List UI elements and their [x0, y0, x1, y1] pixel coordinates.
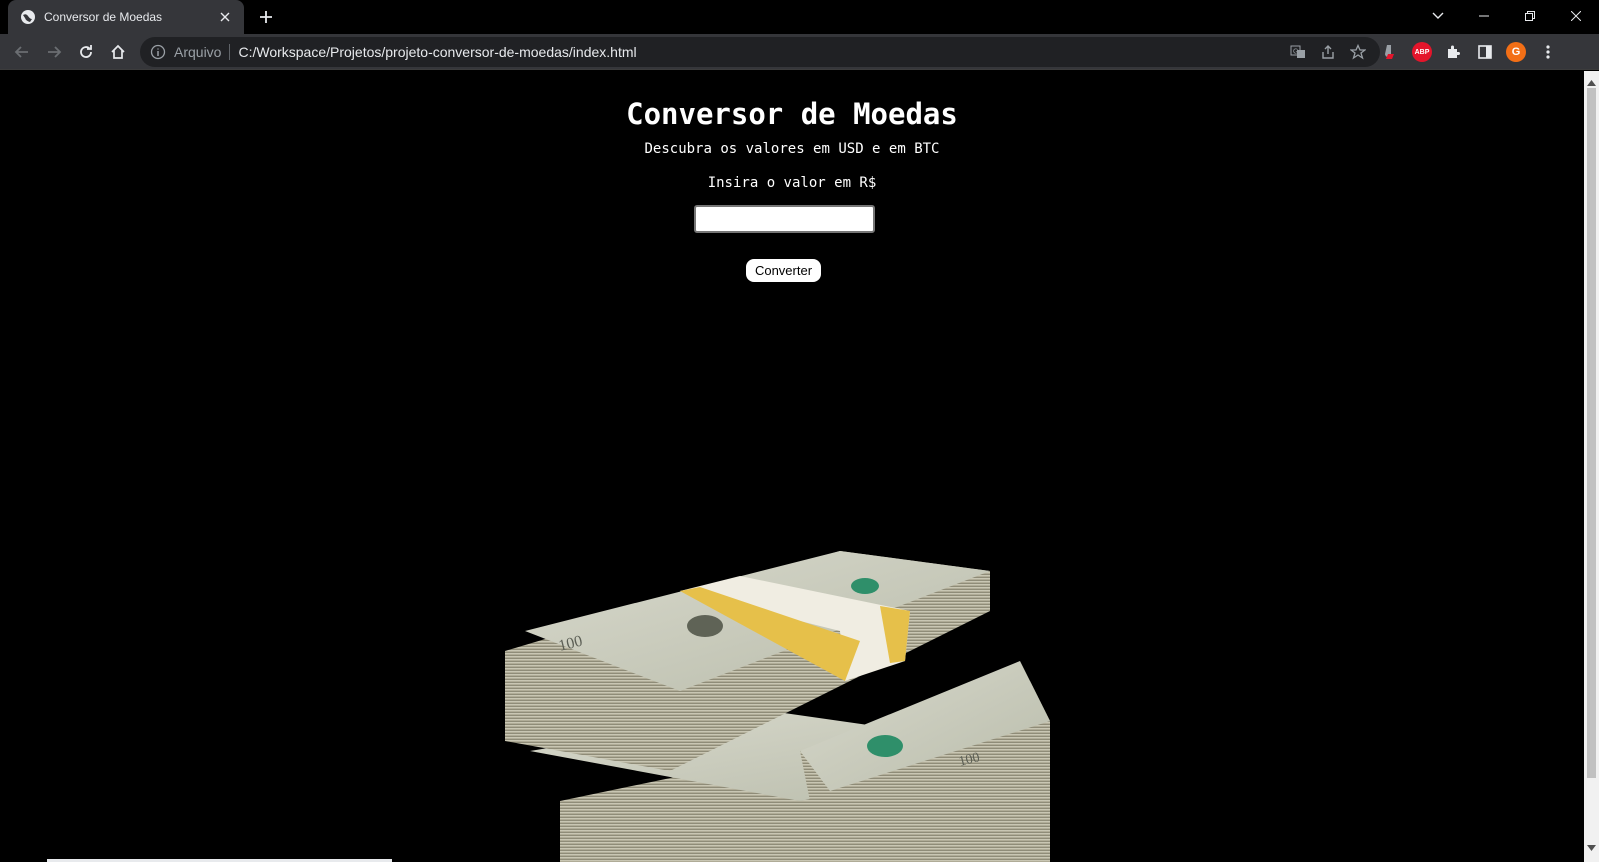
adblock-icon[interactable]: ABP: [1412, 42, 1432, 62]
browser-toolbar: Arquivo C:/Workspace/Projetos/projeto-co…: [0, 34, 1599, 70]
restore-icon[interactable]: [1507, 0, 1553, 32]
profile-avatar[interactable]: G: [1506, 42, 1526, 62]
url-text[interactable]: C:/Workspace/Projetos/projeto-conversor-…: [238, 44, 636, 60]
address-bar[interactable]: Arquivo C:/Workspace/Projetos/projeto-co…: [140, 37, 1380, 67]
input-label: Insira o valor em R$: [707, 175, 877, 191]
money-stacks-image: 100 100: [505, 551, 1050, 862]
info-icon[interactable]: [150, 44, 166, 60]
side-panel-icon[interactable]: [1475, 42, 1495, 62]
extensions-icon[interactable]: [1443, 42, 1463, 62]
minimize-icon[interactable]: [1461, 0, 1507, 32]
star-icon[interactable]: [1348, 42, 1368, 62]
home-icon[interactable]: [104, 38, 132, 66]
scroll-down-icon[interactable]: [1587, 838, 1596, 856]
browser-tab[interactable]: Conversor de Moedas: [8, 0, 244, 34]
page-subtitle: Descubra os valores em USD e em BTC: [644, 141, 940, 157]
convert-button[interactable]: Converter: [746, 259, 821, 282]
share-icon[interactable]: [1318, 42, 1338, 62]
tab-strip: Conversor de Moedas: [0, 0, 1599, 34]
globe-icon: [20, 9, 36, 25]
omnibox-separator: [229, 44, 231, 60]
scrollbar-thumb[interactable]: [1587, 88, 1596, 778]
new-tab-icon[interactable]: [256, 7, 276, 27]
page-title: Conversor de Moedas: [626, 97, 958, 131]
close-tab-icon[interactable]: [216, 8, 234, 26]
close-window-icon[interactable]: [1553, 0, 1599, 32]
scheme-label: Arquivo: [174, 44, 222, 60]
back-icon[interactable]: [8, 38, 36, 66]
translate-icon[interactable]: G: [1288, 42, 1308, 62]
tab-search-icon[interactable]: [1428, 6, 1448, 26]
reload-icon[interactable]: [72, 38, 100, 66]
forward-icon[interactable]: [40, 38, 68, 66]
vertical-scrollbar[interactable]: [1584, 71, 1599, 862]
menu-icon[interactable]: [1538, 42, 1558, 62]
value-input[interactable]: [694, 205, 875, 233]
page-content: Conversor de Moedas Descubra os valores …: [0, 71, 1584, 862]
tab-title: Conversor de Moedas: [44, 10, 163, 24]
extension-icon[interactable]: [1380, 42, 1400, 62]
window-controls: [1461, 0, 1599, 32]
